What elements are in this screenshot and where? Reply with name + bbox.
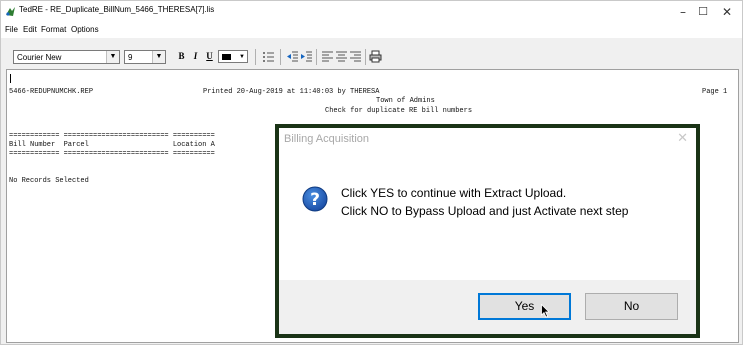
toolbar-separator <box>280 49 281 65</box>
menu-format[interactable]: Format <box>41 25 66 34</box>
dialog-message-line1: Click YES to continue with Extract Uploa… <box>341 186 567 200</box>
dialog-button-area: Yes No <box>279 280 696 334</box>
billing-acquisition-dialog: Billing Acquisition ✕ ? Click YES to con… <box>279 128 696 334</box>
chevron-down-icon[interactable]: ▼ <box>152 51 165 63</box>
toolbar-separator <box>365 49 366 65</box>
app-icon <box>6 7 15 16</box>
close-button[interactable]: ✕ <box>713 3 741 21</box>
align-right-icon[interactable] <box>349 50 362 63</box>
report-column-headers: Bill Number Parcel Location A <box>9 141 215 149</box>
chevron-down-icon: ▼ <box>239 54 245 60</box>
chevron-down-icon[interactable]: ▼ <box>106 51 119 63</box>
title-bar: TedRE - RE_Duplicate_BillNum_5466_THERES… <box>1 1 742 23</box>
mouse-cursor-icon <box>541 304 550 318</box>
report-printed-line: Printed 20-Aug-2019 at 11:40:03 by THERE… <box>203 88 380 96</box>
dialog-title: Billing Acquisition <box>284 133 369 145</box>
align-left-icon[interactable] <box>321 50 334 63</box>
align-center-icon[interactable] <box>335 50 348 63</box>
yes-button[interactable]: Yes <box>478 293 571 320</box>
color-swatch-icon <box>222 54 231 60</box>
report-filename: 5466-REDUPNUMCHK.REP <box>9 88 94 96</box>
report-town: Town of Admins <box>376 97 435 105</box>
no-button[interactable]: No <box>585 293 678 320</box>
report-rule-bottom: ============ ========================= =… <box>9 150 215 158</box>
font-size-value: 9 <box>128 53 133 62</box>
bullet-list-icon[interactable] <box>262 50 275 63</box>
dialog-close-icon[interactable]: ✕ <box>677 131 688 146</box>
underline-button[interactable]: U <box>203 50 216 63</box>
report-page: Page 1 <box>702 88 728 96</box>
text-caret <box>10 74 11 83</box>
menu-edit[interactable]: Edit <box>23 25 37 34</box>
font-size-select[interactable]: 9 ▼ <box>124 50 166 64</box>
menu-file[interactable]: File <box>5 25 18 34</box>
toolbar-separator <box>316 49 317 65</box>
dialog-message-line2: Click NO to Bypass Upload and just Activ… <box>341 204 629 218</box>
font-family-select[interactable]: Courier New ▼ <box>13 50 120 64</box>
menu-bar: File Edit Format Options <box>1 23 742 38</box>
color-picker[interactable]: ▼ <box>218 50 248 63</box>
italic-button[interactable]: I <box>189 50 202 63</box>
svg-text:?: ? <box>310 190 320 210</box>
font-family-value: Courier New <box>17 53 62 62</box>
toolbar-separator <box>255 49 256 65</box>
question-icon: ? <box>302 186 328 212</box>
window-title: TedRE - RE_Duplicate_BillNum_5466_THERES… <box>19 5 215 14</box>
report-rule-top: ============ ========================= =… <box>9 132 215 140</box>
increase-indent-icon[interactable] <box>300 50 313 63</box>
bold-button[interactable]: B <box>175 50 188 63</box>
print-icon[interactable] <box>369 50 382 63</box>
decrease-indent-icon[interactable] <box>286 50 299 63</box>
report-subtitle: Check for duplicate RE bill numbers <box>325 107 473 115</box>
menu-options[interactable]: Options <box>71 25 99 34</box>
report-no-records: No Records Selected <box>9 177 89 185</box>
